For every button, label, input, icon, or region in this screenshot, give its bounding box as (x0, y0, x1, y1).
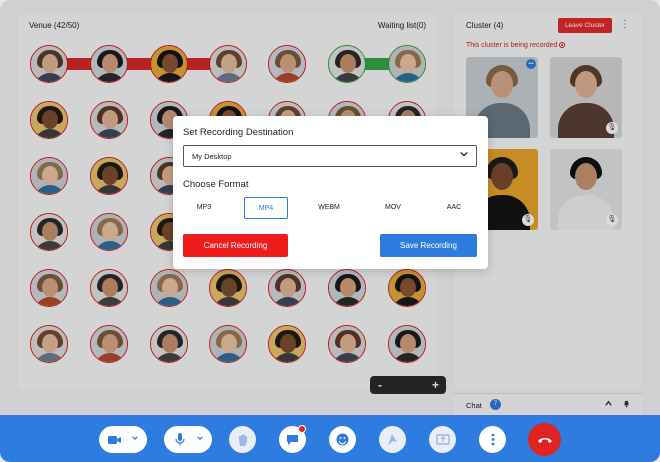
save-recording-button[interactable]: Save Recording (380, 234, 477, 257)
format-option-mp3[interactable]: MP3 (182, 197, 226, 219)
destination-value: My Desktop (192, 152, 232, 161)
notification-dot (298, 425, 306, 433)
end-call-button[interactable] (528, 423, 561, 456)
share-screen-button[interactable] (379, 426, 406, 453)
chevron-down-icon (132, 436, 138, 441)
cancel-recording-button[interactable]: Cancel Recording (183, 234, 288, 257)
format-option-webm[interactable]: WEBM (307, 197, 351, 219)
camera-button[interactable] (99, 426, 147, 453)
format-option-mp4[interactable]: MP4 (244, 197, 288, 219)
camera-icon (108, 436, 121, 444)
app-window: Venue (42/50) Waiting list(0) - + Cluste… (0, 0, 660, 462)
more-icon (491, 433, 494, 446)
present-icon (435, 433, 450, 445)
raise-hand-button[interactable] (229, 426, 256, 453)
chat-button[interactable] (279, 425, 306, 453)
chevron-down-icon (197, 436, 203, 441)
chat-icon (287, 435, 298, 445)
dialog-title: Set Recording Destination (183, 127, 294, 138)
share-screen-icon (388, 434, 397, 445)
microphone-button[interactable] (164, 426, 212, 453)
more-options-button[interactable] (479, 426, 506, 453)
format-option-aac[interactable]: AAC (432, 197, 476, 219)
call-toolbar (0, 415, 660, 462)
microphone-icon (175, 433, 185, 446)
emoji-icon (336, 433, 349, 446)
recording-dialog: Set Recording Destination My Desktop Cho… (173, 116, 488, 269)
format-title: Choose Format (183, 179, 249, 190)
chevron-down-icon (460, 151, 468, 157)
emoji-button[interactable] (329, 426, 356, 453)
format-option-mov[interactable]: MOV (371, 197, 415, 219)
present-button[interactable] (429, 426, 456, 453)
end-call-icon (537, 438, 552, 443)
destination-select[interactable]: My Desktop (183, 145, 477, 167)
raise-hand-icon (238, 434, 247, 446)
